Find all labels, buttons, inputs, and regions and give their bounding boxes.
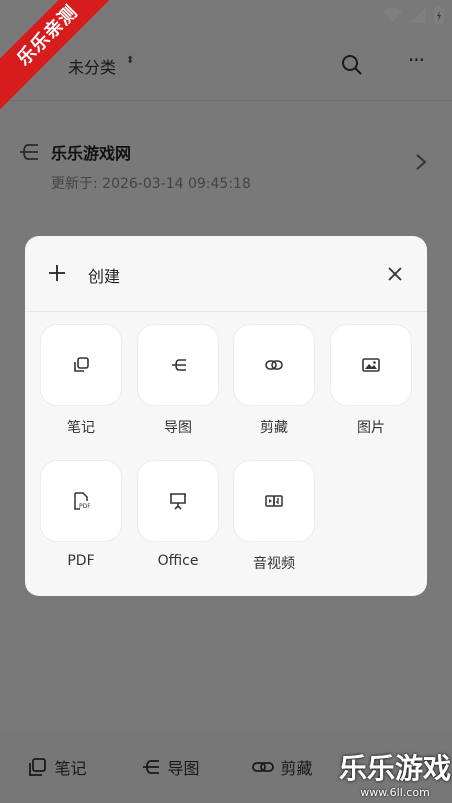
tile-label: Office — [157, 553, 199, 569]
watermark-brand-text: 乐乐游戏 — [338, 752, 451, 785]
tile-button[interactable] — [234, 461, 314, 541]
svg-text:PDF: PDF — [79, 503, 90, 510]
note-icon — [74, 357, 89, 372]
mindmap-icon — [172, 359, 186, 371]
tile-label: 图片 — [357, 420, 385, 436]
image-icon — [362, 358, 380, 372]
tile-button[interactable] — [331, 325, 411, 405]
tile-label: 音视频 — [253, 556, 295, 572]
dialog-title: 创建 — [88, 267, 121, 286]
pdf-icon: PDF — [74, 492, 90, 510]
create-dialog: 创建 笔记 导图 剪藏 图片 PDF PDF Office 音视频 — [25, 236, 427, 596]
dialog-header: 创建 — [25, 236, 427, 312]
presentation-icon — [170, 493, 186, 510]
create-pdf-tile[interactable]: PDF PDF — [41, 461, 121, 569]
watermark-url: www.6ll.com — [360, 786, 430, 799]
tile-button[interactable] — [138, 461, 218, 541]
tile-label: PDF — [67, 553, 95, 569]
create-image-tile[interactable]: 图片 — [331, 325, 411, 437]
tile-button[interactable]: PDF — [41, 461, 121, 541]
close-icon[interactable] — [386, 265, 404, 283]
tile-button[interactable] — [234, 325, 314, 405]
create-mindmap-tile[interactable]: 导图 — [138, 325, 218, 437]
tile-label: 剪藏 — [260, 420, 288, 436]
tile-button[interactable] — [138, 325, 218, 405]
create-note-tile[interactable]: 笔记 — [41, 325, 121, 437]
create-clip-tile[interactable]: 剪藏 — [234, 325, 314, 437]
media-icon — [265, 495, 283, 507]
plus-icon — [49, 265, 65, 281]
create-media-tile[interactable]: 音视频 — [234, 461, 314, 573]
link-icon — [265, 360, 283, 370]
create-office-tile[interactable]: Office — [138, 461, 218, 569]
watermark-brand: 乐乐游戏 www.6ll.com — [338, 752, 452, 803]
tile-button[interactable] — [41, 325, 121, 405]
divider — [25, 311, 427, 312]
tile-label: 导图 — [164, 420, 192, 436]
tile-label: 笔记 — [67, 420, 95, 436]
